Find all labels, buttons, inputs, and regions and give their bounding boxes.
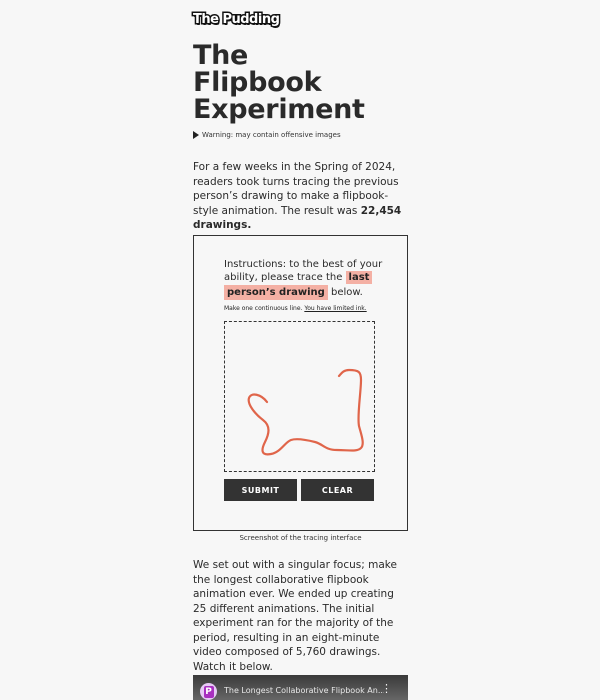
title-line: Experiment — [193, 94, 365, 125]
ink-note-text: Make one continuous line. — [224, 305, 305, 312]
clear-button[interactable]: CLEAR — [301, 479, 374, 501]
instructions: Instructions: to the best of your abilit… — [224, 258, 384, 300]
drawing-canvas[interactable] — [224, 321, 375, 472]
figure-caption: Screenshot of the tracing interface — [239, 534, 362, 542]
page-title: The Flipbook Experiment — [193, 42, 365, 123]
limited-ink-link[interactable]: You have limited ink. — [304, 305, 366, 312]
triangle-right-icon — [193, 131, 199, 139]
title-line: The — [193, 40, 249, 71]
drawing-stroke — [247, 368, 364, 456]
site-logo[interactable]: The Pudding — [191, 11, 281, 29]
avatar-letter: P — [203, 685, 214, 698]
more-options-icon[interactable]: ⋮ — [381, 683, 392, 694]
submit-button[interactable]: SUBMIT — [224, 479, 297, 501]
title-line: Flipbook — [193, 67, 322, 98]
video-embed[interactable]: P The Longest Collaborative Flipbook An.… — [193, 675, 408, 700]
highlight-persons-drawing: person’s drawing — [224, 285, 328, 300]
instructions-suffix: below. — [327, 287, 363, 298]
warning-text: Warning: may contain offensive images — [202, 131, 341, 139]
intro-paragraph: For a few weeks in the Spring of 2024, r… — [193, 160, 408, 233]
body-paragraph: We set out with a singular focus; make t… — [193, 559, 397, 673]
highlight-last: last — [345, 271, 373, 284]
warning-disclosure[interactable]: Warning: may contain offensive images — [193, 131, 341, 139]
channel-avatar[interactable]: P — [200, 683, 217, 700]
video-title[interactable]: The Longest Collaborative Flipbook An... — [224, 686, 384, 695]
ink-note: Make one continuous line. You have limit… — [224, 305, 367, 312]
